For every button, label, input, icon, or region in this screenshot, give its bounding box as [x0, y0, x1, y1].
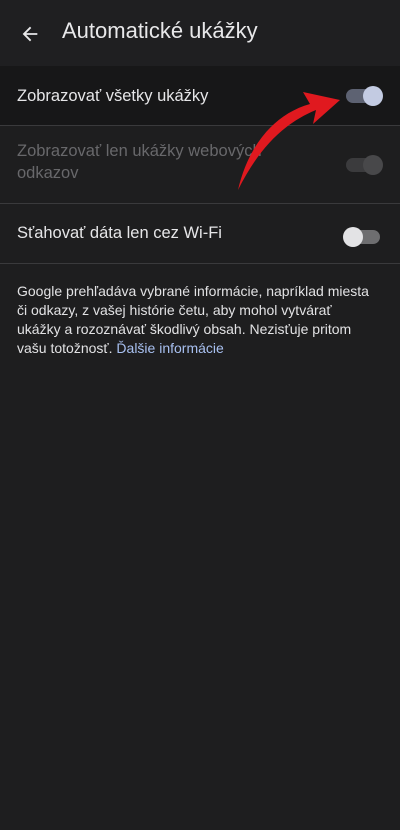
- setting-row-wifi-only[interactable]: Sťahovať dáta len cez Wi-Fi: [0, 204, 400, 264]
- learn-more-link[interactable]: Ďalšie informácie: [116, 340, 223, 356]
- setting-label: Sťahovať dáta len cez Wi-Fi: [17, 224, 222, 242]
- setting-label: Zobrazovať všetky ukážky: [17, 87, 209, 105]
- web-link-previews-toggle: [346, 155, 383, 175]
- setting-row-show-all-previews[interactable]: Zobrazovať všetky ukážky: [0, 66, 400, 126]
- toggle-knob: [363, 86, 383, 106]
- setting-label: Zobrazovať len ukážky webových odkazov: [17, 142, 262, 182]
- toggle-knob: [363, 155, 383, 175]
- arrow-back-icon: [22, 26, 38, 42]
- settings-list: Zobrazovať všetky ukážky Zobrazovať len …: [0, 66, 400, 264]
- back-button[interactable]: [10, 14, 50, 54]
- info-description: Google prehľadáva vybrané informácie, na…: [17, 282, 377, 358]
- setting-row-web-link-previews: Zobrazovať len ukážky webových odkazov: [0, 126, 400, 204]
- toggle-knob: [343, 227, 363, 247]
- wifi-only-toggle[interactable]: [343, 227, 380, 247]
- screen: Automatické ukážky Zobrazovať všetky uká…: [0, 0, 400, 830]
- app-bar: Automatické ukážky: [0, 0, 400, 66]
- page-title: Automatické ukážky: [62, 18, 258, 43]
- show-all-previews-toggle[interactable]: [346, 86, 383, 106]
